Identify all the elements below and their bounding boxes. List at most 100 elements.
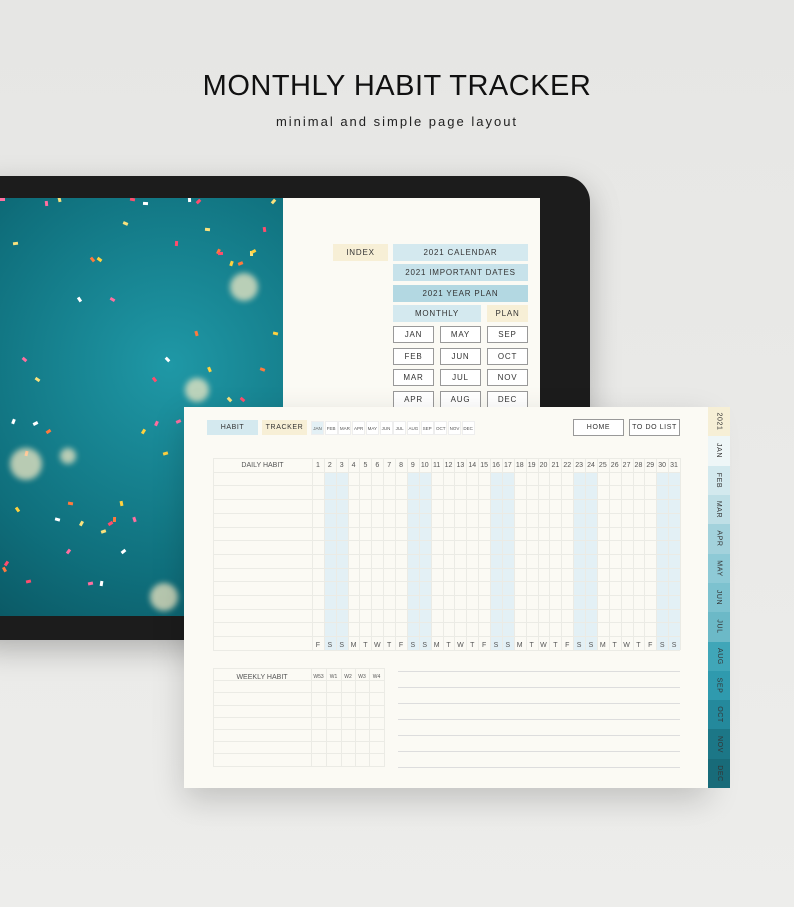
confetti-piece [44,200,49,207]
month-button-mar[interactable]: MAR [393,369,434,386]
month-button-nov[interactable]: NOV [487,369,528,386]
month-tab-nov[interactable]: NOV [448,421,461,435]
confetti-piece [12,241,19,246]
grid-line [213,636,680,638]
weekday-letter: W [540,641,547,649]
home-button[interactable]: HOME [573,419,624,436]
side-tab-sep[interactable]: SEP [708,670,730,701]
confetti-piece [78,520,85,527]
weekday-letter: S [576,641,582,649]
year-plan-button[interactable]: 2021 YEAR PLAN [393,285,528,302]
note-line [398,735,680,736]
calendar-button[interactable]: 2021 CALENDAR [393,244,528,261]
month-button-feb[interactable]: FEB [393,347,434,365]
month-button-jul[interactable]: JUL [440,369,481,386]
day-number: 28 [634,461,643,469]
important-dates-button[interactable]: 2021 IMPORTANT DATES [393,264,528,281]
confetti-piece [65,548,72,555]
weekday-letter: T [529,641,534,649]
grid-line [213,765,385,767]
month-button-dec[interactable]: DEC [487,390,528,408]
grid-line [213,485,680,487]
month-button-apr[interactable]: APR [393,390,434,408]
confetti-piece [45,428,52,435]
day-number: 21 [551,461,560,469]
day-number: 6 [375,461,380,469]
confetti-piece [119,500,124,507]
day-number: 24 [587,461,595,469]
side-tab-aug[interactable]: AUG [708,641,730,671]
plan-button[interactable]: PLAN [487,305,528,322]
month-button-oct[interactable]: OCT [487,347,528,365]
side-tab-jun[interactable]: JUN [708,582,730,613]
side-tab-may[interactable]: MAY [708,553,730,583]
month-tab-sep[interactable]: SEP [420,421,434,435]
index-button[interactable]: INDEX [333,244,388,261]
day-number: 1 [315,461,320,469]
month-button-may[interactable]: MAY [440,326,481,343]
month-button-jan[interactable]: JAN [393,326,434,343]
month-tab-oct[interactable]: OCT [434,421,448,435]
month-button-sep[interactable]: SEP [487,326,528,343]
confetti-piece [112,516,117,523]
confetti-piece [270,198,277,205]
month-tab-mar[interactable]: MAR [338,421,352,435]
day-number: 18 [515,461,524,469]
habit-button[interactable]: HABIT [207,420,258,435]
weekday-letter: M [433,641,440,649]
month-button-aug[interactable]: AUG [440,390,481,408]
confetti-piece [229,260,234,267]
confetti-piece [259,367,266,372]
day-number: 4 [351,461,356,469]
grid-line [213,499,680,501]
confetti-piece [3,560,10,567]
weekday-letter: T [636,641,641,649]
side-tab-dec[interactable]: DEC [708,758,730,789]
month-tab-apr[interactable]: APR [352,421,366,435]
weekday-letter: S [588,641,594,649]
weekday-letter: W [623,641,630,649]
side-tab-label: FEB [715,472,723,488]
confetti-piece [194,330,199,337]
weekday-letter: T [553,641,558,649]
month-tab-may[interactable]: MAY [365,421,379,435]
month-tab-feb[interactable]: FEB [324,421,338,435]
side-tab-apr[interactable]: APR [708,524,730,554]
side-tab-feb[interactable]: FEB [708,465,730,495]
monthly-button[interactable]: MONTHLY [393,305,481,322]
day-number: 20 [539,461,548,469]
side-tab-label: NOV [715,735,723,753]
month-tab-jul[interactable]: JUL [393,421,407,435]
side-tab-2021[interactable]: 2021 [708,407,730,437]
side-tab-jul[interactable]: JUL [708,612,730,642]
confetti-piece [164,356,171,363]
grid-line [213,526,680,528]
month-tab-aug[interactable]: AUG [406,421,420,435]
confetti-piece [132,516,137,523]
confetti-piece [21,356,28,363]
weekday-letter: S [505,641,511,649]
month-tab-dec[interactable]: DEC [461,421,475,435]
side-tab-label: MAR [715,500,723,519]
confetti-piece [87,581,94,586]
todo-list-button[interactable]: TO DO LIST [629,419,680,436]
side-tab-oct[interactable]: OCT [708,700,730,730]
confetti-piece [100,529,107,534]
month-tab-jun[interactable]: JUN [379,421,393,435]
confetti-piece [2,566,7,573]
note-line [398,703,680,704]
note-line [398,671,680,672]
confetti-piece [109,296,116,303]
confetti-piece [76,296,83,303]
side-tab-mar[interactable]: MAR [708,494,730,525]
confetti-piece [96,256,103,263]
month-button-jun[interactable]: JUN [440,347,481,365]
grid-line [213,540,680,542]
side-tab-jan[interactable]: JAN [708,436,730,466]
side-tab-nov[interactable]: NOV [708,729,730,759]
weekday-letter: S [410,641,416,649]
day-number: 10 [420,461,429,469]
confetti-piece [129,198,136,202]
month-tab-jan[interactable]: JAN [311,421,324,435]
tracker-button[interactable]: TRACKER [262,420,307,435]
